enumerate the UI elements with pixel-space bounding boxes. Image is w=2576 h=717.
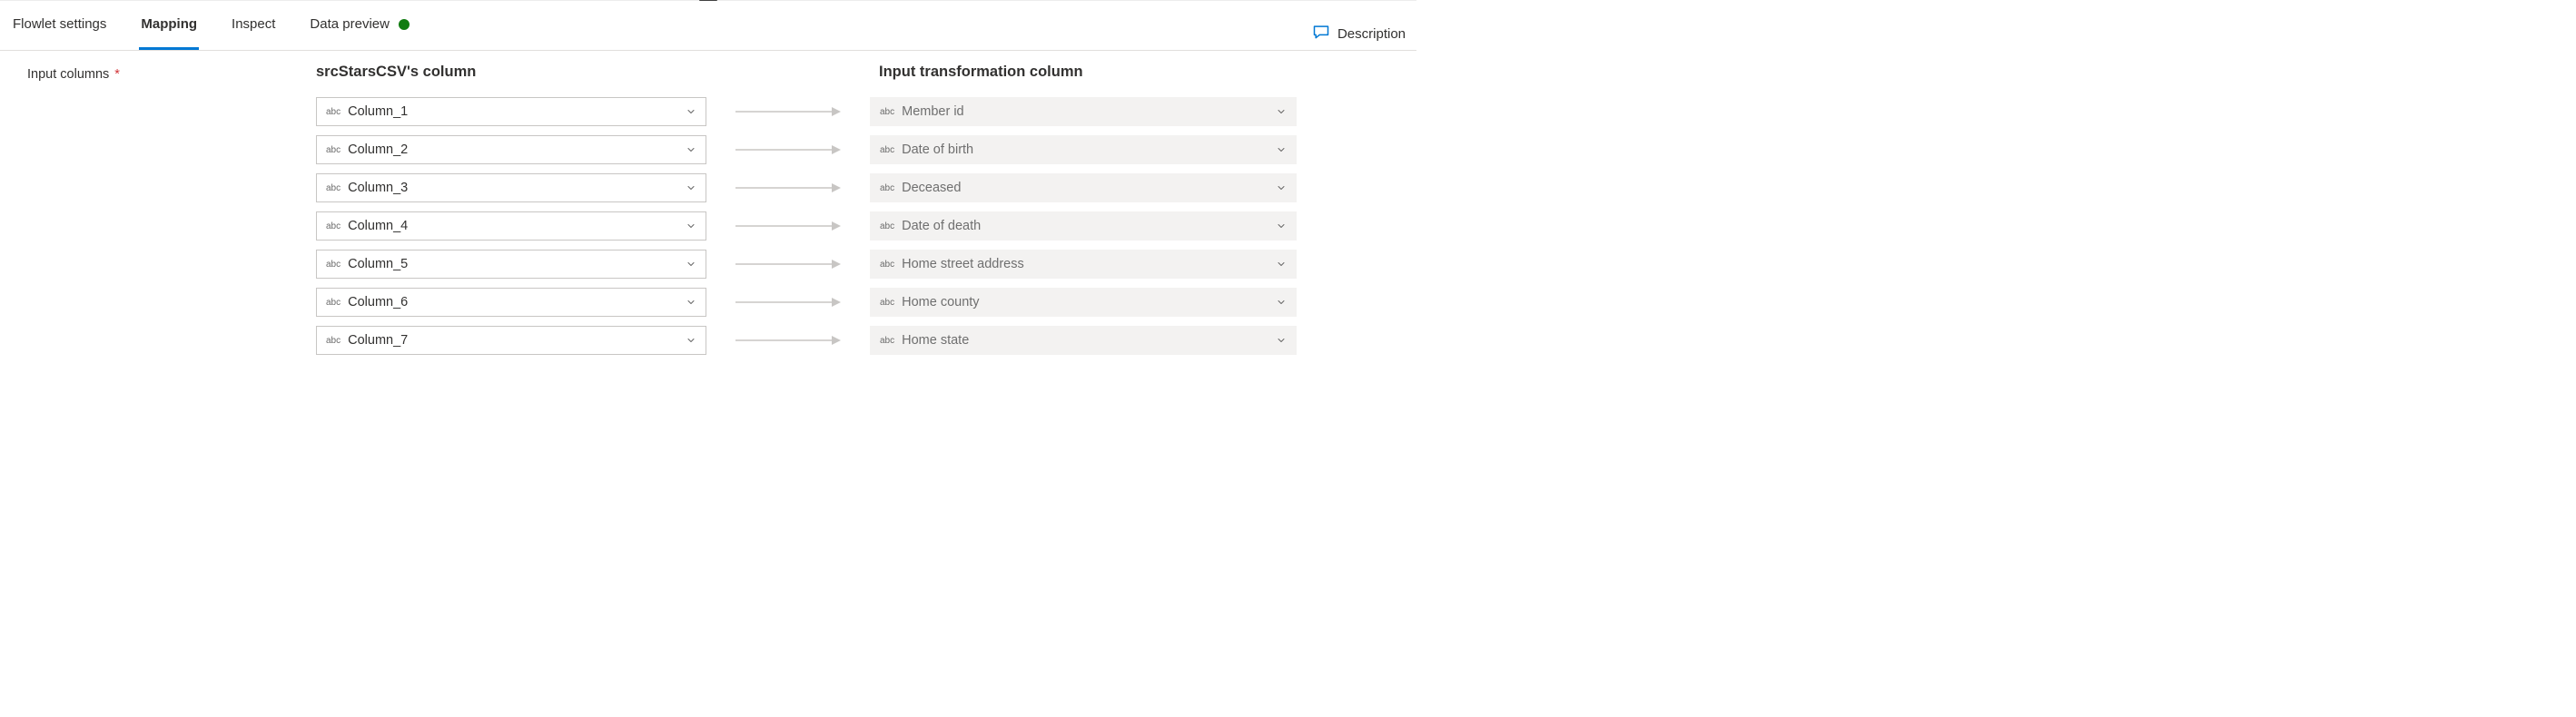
mapping-row: abc Column_5 abc Home street address <box>236 248 1402 280</box>
tab-flowlet-settings[interactable]: Flowlet settings <box>11 1 108 50</box>
type-badge-icon: abc <box>871 107 902 117</box>
target-column-dropdown[interactable]: abc Home state <box>870 326 1297 355</box>
mapping-area: srcStarsCSV's column Input transformatio… <box>236 64 1402 358</box>
target-column-dropdown[interactable]: abc Home street address <box>870 250 1297 279</box>
target-column-value: Home county <box>902 295 1267 309</box>
panel-resize-handle[interactable] <box>699 0 717 1</box>
source-column-dropdown[interactable]: abc Column_4 <box>316 211 706 241</box>
input-columns-label: Input columns <box>27 67 109 82</box>
tab-inspect-label: Inspect <box>232 0 275 49</box>
chevron-down-icon <box>1267 335 1296 346</box>
chevron-down-icon <box>676 297 706 308</box>
source-column-value: Column_2 <box>348 142 676 157</box>
type-badge-icon: abc <box>317 183 348 193</box>
type-badge-icon: abc <box>317 221 348 231</box>
tab-inspect[interactable]: Inspect <box>230 1 277 50</box>
tab-data-preview-label: Data preview <box>310 0 390 49</box>
header-source-column: srcStarsCSV's column <box>316 64 716 81</box>
chevron-down-icon <box>1267 221 1296 231</box>
mapping-row: abc Column_1 abc Member id <box>236 95 1402 128</box>
chevron-down-icon <box>1267 259 1296 270</box>
description-label: Description <box>1337 26 1406 42</box>
tab-mapping[interactable]: Mapping <box>139 1 199 50</box>
type-badge-icon: abc <box>871 221 902 231</box>
mapping-arrow-icon <box>706 105 870 118</box>
type-badge-icon: abc <box>871 298 902 308</box>
type-badge-icon: abc <box>317 298 348 308</box>
type-badge-icon: abc <box>871 183 902 193</box>
chevron-down-icon <box>676 182 706 193</box>
source-column-dropdown[interactable]: abc Column_7 <box>316 326 706 355</box>
target-column-value: Home state <box>902 333 1267 348</box>
comment-icon <box>1312 23 1330 44</box>
mapping-arrow-icon <box>706 143 870 156</box>
type-badge-icon: abc <box>317 145 348 155</box>
source-column-value: Column_4 <box>348 219 676 233</box>
source-column-dropdown[interactable]: abc Column_1 <box>316 97 706 126</box>
source-column-dropdown[interactable]: abc Column_5 <box>316 250 706 279</box>
required-asterisk: * <box>114 67 120 82</box>
mapping-arrow-icon <box>706 220 870 232</box>
type-badge-icon: abc <box>317 260 348 270</box>
chevron-down-icon <box>676 144 706 155</box>
target-column-dropdown[interactable]: abc Date of death <box>870 211 1297 241</box>
chevron-down-icon <box>1267 297 1296 308</box>
mapping-arrow-icon <box>706 334 870 347</box>
mapping-row: abc Column_4 abc Date of death <box>236 210 1402 242</box>
target-column-value: Member id <box>902 104 1267 119</box>
mapping-row: abc Column_7 abc Home state <box>236 324 1402 357</box>
mapping-arrow-icon <box>706 258 870 270</box>
chevron-down-icon <box>1267 106 1296 117</box>
target-column-dropdown[interactable]: abc Member id <box>870 97 1297 126</box>
mapping-row: abc Column_3 abc Deceased <box>236 172 1402 204</box>
header-target-column: Input transformation column <box>879 64 1306 81</box>
source-column-value: Column_7 <box>348 333 676 348</box>
type-badge-icon: abc <box>317 336 348 346</box>
chevron-down-icon <box>1267 182 1296 193</box>
mapping-body: Input columns * srcStarsCSV's column Inp… <box>0 51 1416 358</box>
target-column-dropdown[interactable]: abc Deceased <box>870 173 1297 202</box>
chevron-down-icon <box>676 221 706 231</box>
source-column-dropdown[interactable]: abc Column_2 <box>316 135 706 164</box>
mapping-arrow-icon <box>706 182 870 194</box>
data-preview-status-dot <box>399 19 410 30</box>
source-column-value: Column_3 <box>348 181 676 195</box>
tab-data-preview[interactable]: Data preview <box>308 1 411 50</box>
chevron-down-icon <box>676 335 706 346</box>
target-column-value: Home street address <box>902 257 1267 271</box>
source-column-value: Column_5 <box>348 257 676 271</box>
mapping-rows: abc Column_1 abc Member id abc Column_2 <box>236 95 1402 358</box>
input-columns-label-group: Input columns * <box>27 64 236 82</box>
mapping-headers: srcStarsCSV's column Input transformatio… <box>236 64 1402 95</box>
mapping-row: abc Column_6 abc Home county <box>236 286 1402 319</box>
type-badge-icon: abc <box>871 145 902 155</box>
target-column-value: Deceased <box>902 181 1267 195</box>
mapping-row: abc Column_2 abc Date of birth <box>236 133 1402 166</box>
target-column-value: Date of birth <box>902 142 1267 157</box>
tab-flowlet-settings-label: Flowlet settings <box>13 0 106 49</box>
source-column-value: Column_1 <box>348 104 676 119</box>
chevron-down-icon <box>676 259 706 270</box>
type-badge-icon: abc <box>317 107 348 117</box>
chevron-down-icon <box>1267 144 1296 155</box>
target-column-dropdown[interactable]: abc Home county <box>870 288 1297 317</box>
source-column-dropdown[interactable]: abc Column_6 <box>316 288 706 317</box>
mapping-arrow-icon <box>706 296 870 309</box>
type-badge-icon: abc <box>871 260 902 270</box>
tab-mapping-label: Mapping <box>141 0 197 49</box>
source-column-dropdown[interactable]: abc Column_3 <box>316 173 706 202</box>
tabs-group: Flowlet settings Mapping Inspect Data pr… <box>11 1 411 50</box>
target-column-value: Date of death <box>902 219 1267 233</box>
target-column-dropdown[interactable]: abc Date of birth <box>870 135 1297 164</box>
panel-root: Flowlet settings Mapping Inspect Data pr… <box>0 0 1416 358</box>
source-column-value: Column_6 <box>348 295 676 309</box>
description-button[interactable]: Description <box>1312 23 1406 50</box>
tab-bar: Flowlet settings Mapping Inspect Data pr… <box>0 1 1416 51</box>
chevron-down-icon <box>676 106 706 117</box>
type-badge-icon: abc <box>871 336 902 346</box>
